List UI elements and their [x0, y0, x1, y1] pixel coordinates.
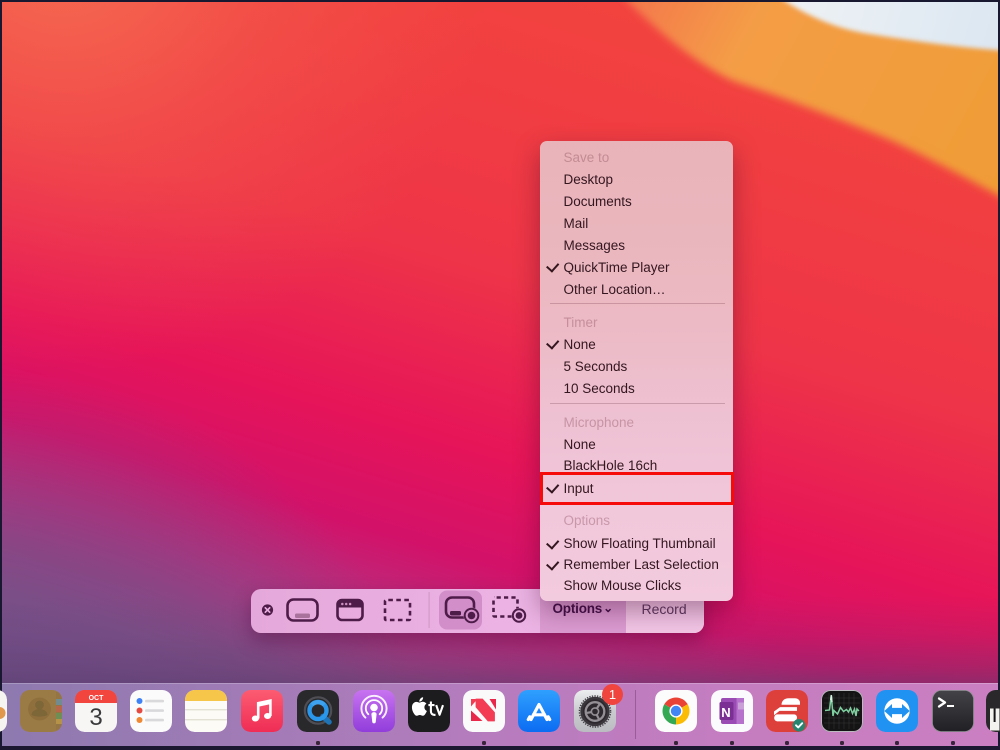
svg-text:OCT: OCT [88, 695, 104, 702]
svg-text:3: 3 [89, 704, 102, 731]
svg-text:N: N [721, 705, 730, 720]
